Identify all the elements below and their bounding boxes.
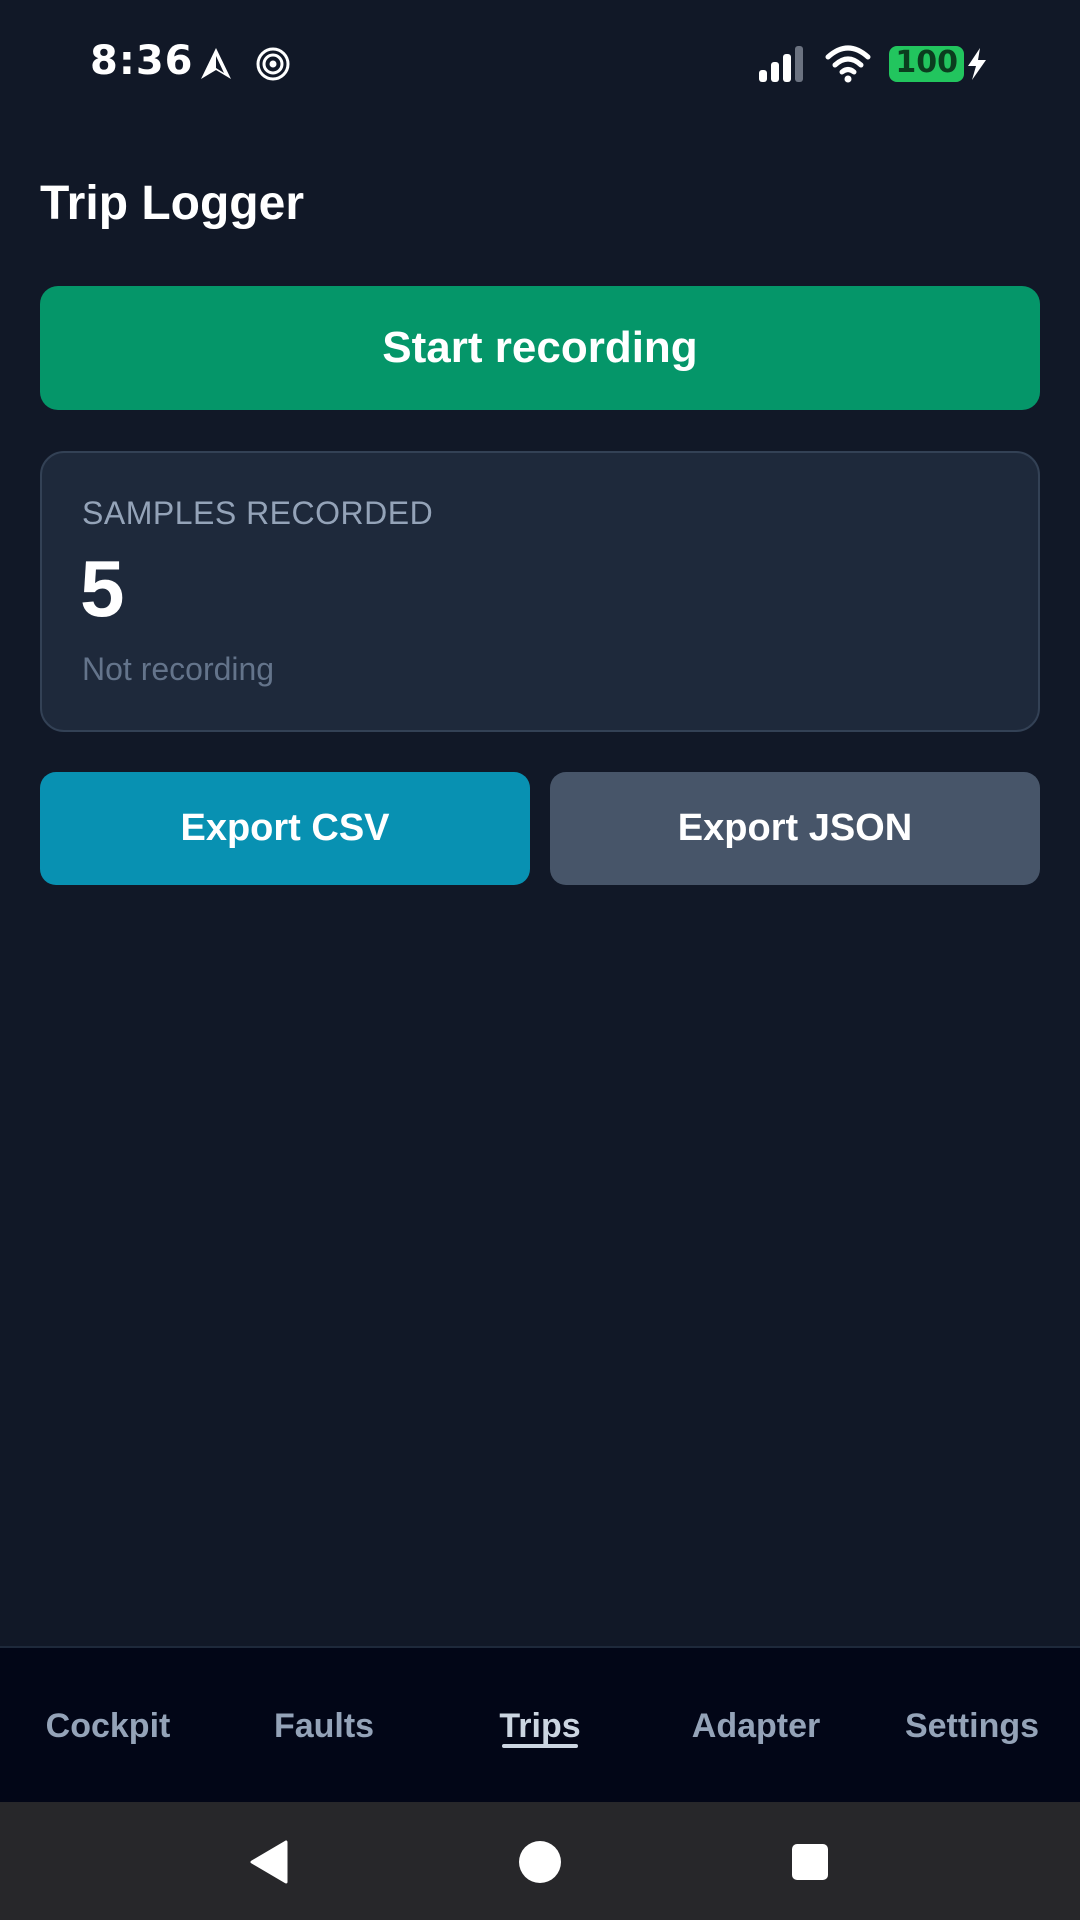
- home-icon[interactable]: [518, 1840, 562, 1884]
- samples-label: SAMPLES RECORDED: [82, 495, 434, 531]
- system-nav-bar: [0, 1802, 1080, 1920]
- signal-icon: [759, 46, 804, 82]
- export-json-button[interactable]: Export JSON: [550, 772, 1040, 885]
- navigation-arrow-icon: [201, 48, 231, 79]
- charging-bolt-icon: [968, 48, 986, 80]
- back-icon[interactable]: [248, 1840, 292, 1884]
- tab-adapter[interactable]: Adapter: [648, 1648, 864, 1804]
- start-recording-button[interactable]: Start recording: [40, 286, 1040, 410]
- bottom-tab-bar: Cockpit Faults Trips Adapter Settings: [0, 1646, 1080, 1802]
- hotspot-icon: [256, 47, 290, 81]
- tab-label: Trips: [499, 1706, 581, 1745]
- tab-faults[interactable]: Faults: [216, 1648, 432, 1804]
- tab-label: Settings: [904, 1706, 1040, 1745]
- export-csv-button[interactable]: Export CSV: [40, 772, 530, 885]
- active-tab-indicator: [502, 1744, 578, 1748]
- export-actions: Export CSV Export JSON: [40, 772, 1040, 885]
- tab-settings[interactable]: Settings: [864, 1648, 1080, 1804]
- samples-card: SAMPLES RECORDED 5 Not recording: [40, 451, 1040, 732]
- samples-count: 5: [80, 544, 125, 633]
- battery-level: 100: [889, 46, 964, 82]
- tab-cockpit[interactable]: Cockpit: [0, 1648, 216, 1804]
- status-bar: 8:36 100: [0, 0, 1080, 128]
- tab-label: Cockpit: [45, 1706, 171, 1745]
- recents-icon[interactable]: [791, 1840, 829, 1884]
- recording-status: Not recording: [82, 651, 275, 687]
- wifi-icon: [825, 45, 871, 83]
- battery-icon: 100: [889, 46, 990, 82]
- page-title: Trip Logger: [40, 177, 304, 230]
- status-time: 8:36: [90, 38, 194, 84]
- tab-label: Adapter: [691, 1706, 821, 1745]
- tab-trips[interactable]: Trips: [432, 1648, 648, 1804]
- tab-label: Faults: [273, 1706, 375, 1745]
